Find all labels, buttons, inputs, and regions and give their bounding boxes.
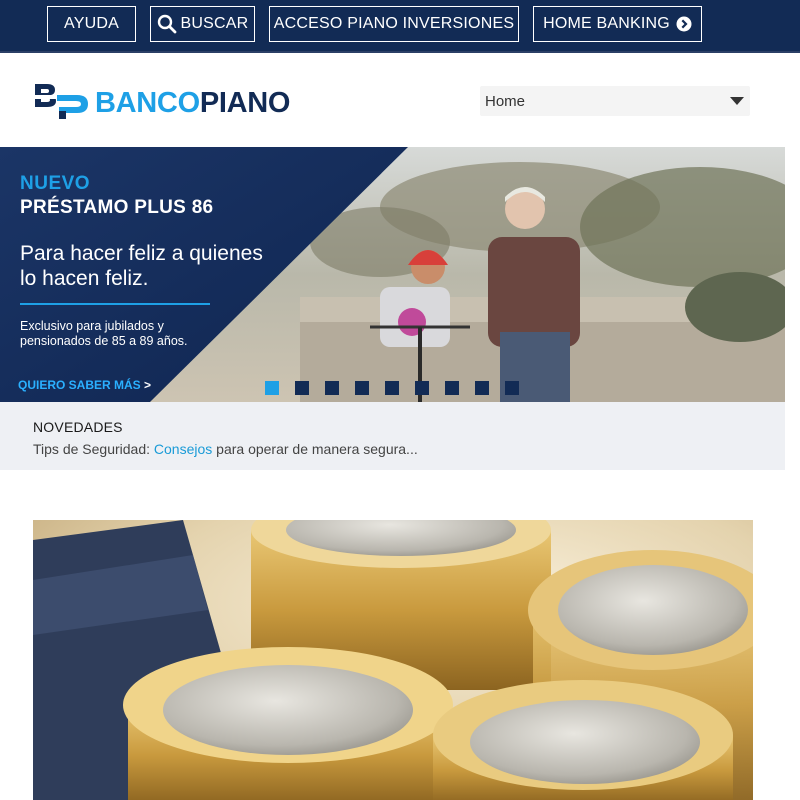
logo-wordmark: BANCOPIANO	[95, 87, 290, 120]
hero-content: NUEVO PRÉSTAMO PLUS 86 Para hacer feliz …	[0, 147, 785, 402]
coins-photo	[33, 520, 753, 800]
hero-banner[interactable]: NUEVO PRÉSTAMO PLUS 86 Para hacer feliz …	[0, 147, 785, 402]
hero-lead: Para hacer feliz a quienes lo hacen feli…	[20, 242, 263, 290]
investments-label: ACCESO PIANO INVERSIONES	[273, 15, 515, 32]
arrow-circle-right-icon	[676, 16, 692, 32]
home-banking-label: HOME BANKING	[543, 15, 670, 32]
nav-select-value: Home	[485, 92, 526, 110]
hero-cta-arrow: >	[144, 378, 152, 392]
news-prefix: Tips de Seguridad:	[33, 441, 154, 457]
hero-kicker: NUEVO	[20, 173, 91, 194]
carousel-dot[interactable]	[445, 381, 459, 395]
hero-cta-link[interactable]: QUIERO SABER MÁS >	[18, 378, 151, 392]
carousel-dot[interactable]	[385, 381, 399, 395]
news-link[interactable]: Consejos	[154, 441, 212, 457]
bank-logo[interactable]: BANCOPIANO	[33, 81, 290, 126]
site-header: BANCOPIANO Home	[0, 51, 800, 146]
top-bar: AYUDA BUSCAR ACCESO PIANO INVERSIONES HO…	[0, 0, 800, 51]
chevron-down-icon	[730, 97, 744, 105]
hero-cta-text: QUIERO SABER MÁS	[18, 378, 141, 392]
carousel-dot[interactable]	[415, 381, 429, 395]
investments-access-button[interactable]: ACCESO PIANO INVERSIONES	[269, 6, 519, 42]
carousel-dot[interactable]	[295, 381, 309, 395]
hero-title: PRÉSTAMO PLUS 86	[20, 197, 214, 218]
search-icon	[157, 14, 177, 34]
featured-image-coins[interactable]	[33, 520, 753, 800]
home-banking-button[interactable]: HOME BANKING	[533, 6, 702, 42]
help-label: AYUDA	[64, 15, 119, 32]
news-suffix: para operar de manera segura...	[212, 441, 418, 457]
news-ticker: Tips de Seguridad: Consejos para operar …	[33, 441, 418, 457]
nav-select[interactable]: Home	[480, 86, 750, 116]
hero-detail: Exclusivo para jubilados y pensionados d…	[20, 319, 188, 348]
carousel-dots	[265, 381, 535, 395]
carousel-dot[interactable]	[505, 381, 519, 395]
help-button[interactable]: AYUDA	[47, 6, 136, 42]
news-label: NOVEDADES	[33, 419, 123, 435]
bp-logo-icon	[33, 81, 89, 126]
news-bar: NOVEDADES Tips de Seguridad: Consejos pa…	[0, 402, 785, 470]
hero-divider	[20, 303, 210, 305]
carousel-dot[interactable]	[325, 381, 339, 395]
carousel-dot[interactable]	[355, 381, 369, 395]
search-label: BUSCAR	[180, 15, 249, 32]
carousel-dot[interactable]	[475, 381, 489, 395]
carousel-dot[interactable]	[265, 381, 279, 395]
logo-word-piano: PIANO	[199, 87, 291, 119]
search-button[interactable]: BUSCAR	[150, 6, 255, 42]
logo-word-banco: BANCO	[95, 87, 200, 119]
